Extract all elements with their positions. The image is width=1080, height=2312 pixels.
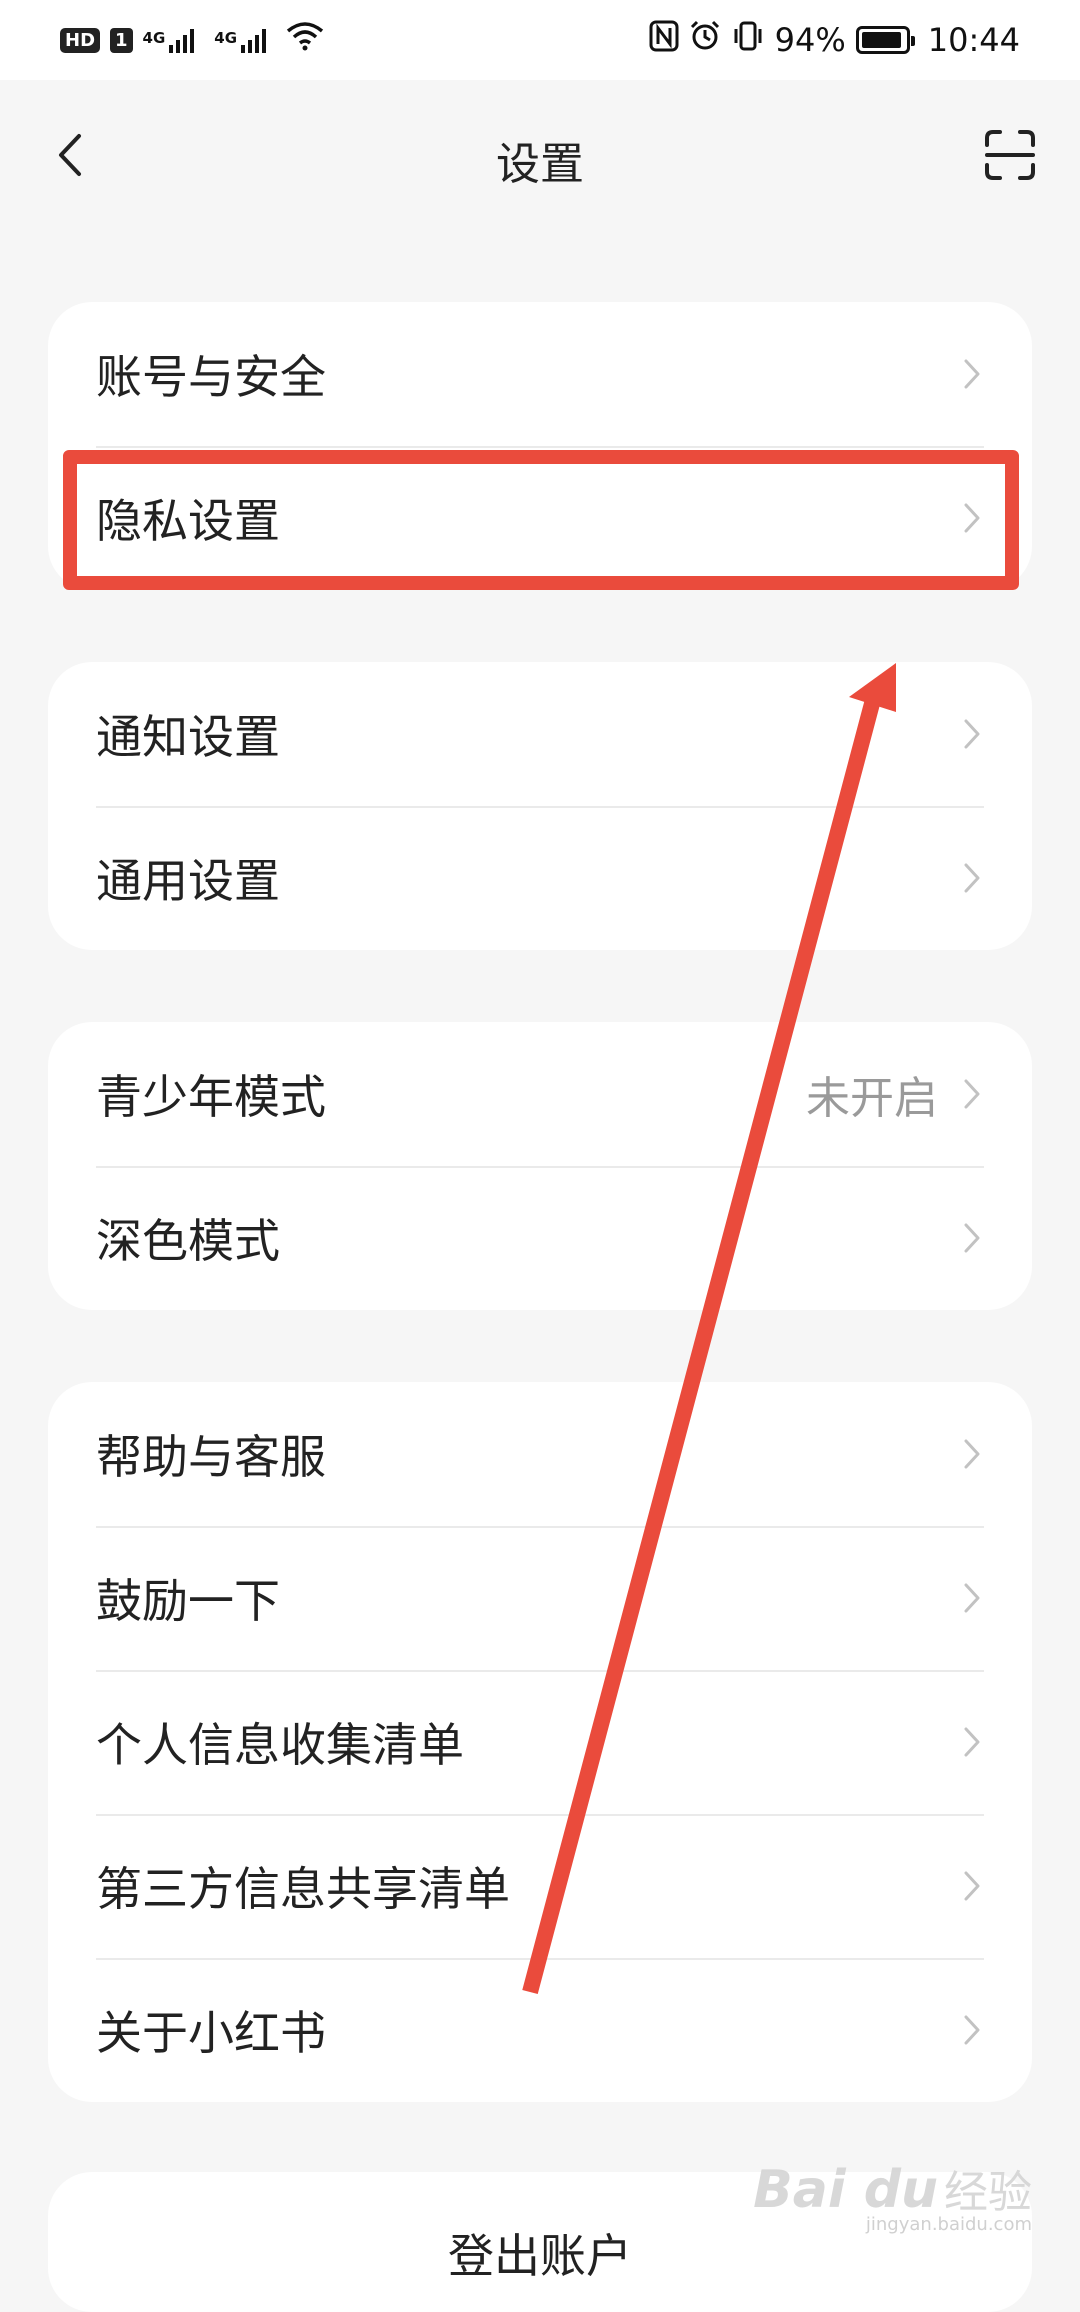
page-title: 设置 bbox=[496, 139, 584, 190]
chevron-right-icon bbox=[962, 1580, 984, 1616]
highlight-box bbox=[63, 450, 1019, 590]
wifi-icon bbox=[286, 21, 324, 59]
settings-group-modes: 青少年模式 未开启 深色模式 bbox=[48, 1022, 1032, 1310]
scan-icon bbox=[985, 130, 1035, 180]
item-label: 帮助与客服 bbox=[96, 1430, 326, 1484]
settings-item-general[interactable]: 通用设置 bbox=[48, 806, 1032, 950]
battery-percent: 94% bbox=[774, 21, 846, 59]
chevron-right-icon bbox=[962, 1868, 984, 1904]
alarm-icon bbox=[689, 20, 721, 60]
chevron-right-icon bbox=[962, 716, 984, 752]
teen-mode-status: 未开启 bbox=[806, 1073, 938, 1124]
item-label: 青少年模式 bbox=[96, 1070, 326, 1124]
item-label: 鼓励一下 bbox=[96, 1574, 280, 1628]
battery-fill bbox=[861, 32, 901, 48]
chevron-right-icon bbox=[962, 1724, 984, 1760]
baidu-watermark: Bai du 经验 jingyan.baidu.com bbox=[753, 2156, 1032, 2235]
signal-icon bbox=[169, 27, 195, 53]
status-left: HD 1 4G 4G bbox=[60, 21, 324, 59]
settings-group-about: 帮助与客服 鼓励一下 个人信息收集清单 第三方信息共享清单 关于小红书 bbox=[48, 1382, 1032, 2102]
settings-item-help[interactable]: 帮助与客服 bbox=[48, 1382, 1032, 1526]
watermark-url: jingyan.baidu.com bbox=[865, 2214, 1032, 2235]
status-right: 94% 10:44 bbox=[649, 20, 1020, 60]
item-label: 第三方信息共享清单 bbox=[96, 1862, 510, 1916]
chevron-right-icon bbox=[962, 356, 984, 392]
settings-item-third-party-list[interactable]: 第三方信息共享清单 bbox=[48, 1814, 1032, 1958]
settings-item-notifications[interactable]: 通知设置 bbox=[48, 662, 1032, 806]
chevron-right-icon bbox=[962, 1436, 984, 1472]
network-type-1: 4G bbox=[142, 29, 166, 47]
nfc-icon bbox=[649, 20, 679, 60]
signal-icon bbox=[241, 27, 267, 53]
settings-item-about[interactable]: 关于小红书 bbox=[48, 1958, 1032, 2102]
settings-item-dark-mode[interactable]: 深色模式 bbox=[48, 1166, 1032, 1310]
item-label: 关于小红书 bbox=[96, 2006, 326, 2060]
sim-badge: 1 bbox=[110, 27, 133, 53]
chevron-right-icon bbox=[962, 1220, 984, 1256]
clock: 10:44 bbox=[927, 21, 1020, 59]
nav-header: 设置 bbox=[0, 80, 1080, 230]
chevron-right-icon bbox=[962, 2012, 984, 2048]
watermark-brand: Bai du bbox=[753, 2160, 938, 2220]
item-label: 通知设置 bbox=[96, 710, 280, 764]
settings-item-encourage[interactable]: 鼓励一下 bbox=[48, 1526, 1032, 1670]
battery-icon bbox=[855, 26, 915, 54]
chevron-right-icon bbox=[962, 860, 984, 896]
settings-item-account-security[interactable]: 账号与安全 bbox=[48, 302, 1032, 446]
chevron-right-icon bbox=[962, 1076, 984, 1112]
status-bar: HD 1 4G 4G 94% 10:44 bbox=[0, 0, 1080, 80]
item-label: 账号与安全 bbox=[96, 350, 326, 404]
settings-item-teen-mode[interactable]: 青少年模式 未开启 bbox=[48, 1022, 1032, 1166]
scan-button[interactable] bbox=[980, 125, 1040, 185]
vibrate-icon bbox=[731, 20, 765, 60]
item-label: 通用设置 bbox=[96, 854, 280, 908]
item-label: 个人信息收集清单 bbox=[96, 1718, 464, 1772]
settings-item-personal-info-list[interactable]: 个人信息收集清单 bbox=[48, 1670, 1032, 1814]
network-type-2: 4G bbox=[214, 29, 238, 47]
item-label: 深色模式 bbox=[96, 1214, 280, 1268]
hd-badge: HD bbox=[60, 27, 101, 53]
settings-group-notifications: 通知设置 通用设置 bbox=[48, 662, 1032, 950]
watermark-jingyan: 经验 bbox=[944, 2167, 1032, 2218]
